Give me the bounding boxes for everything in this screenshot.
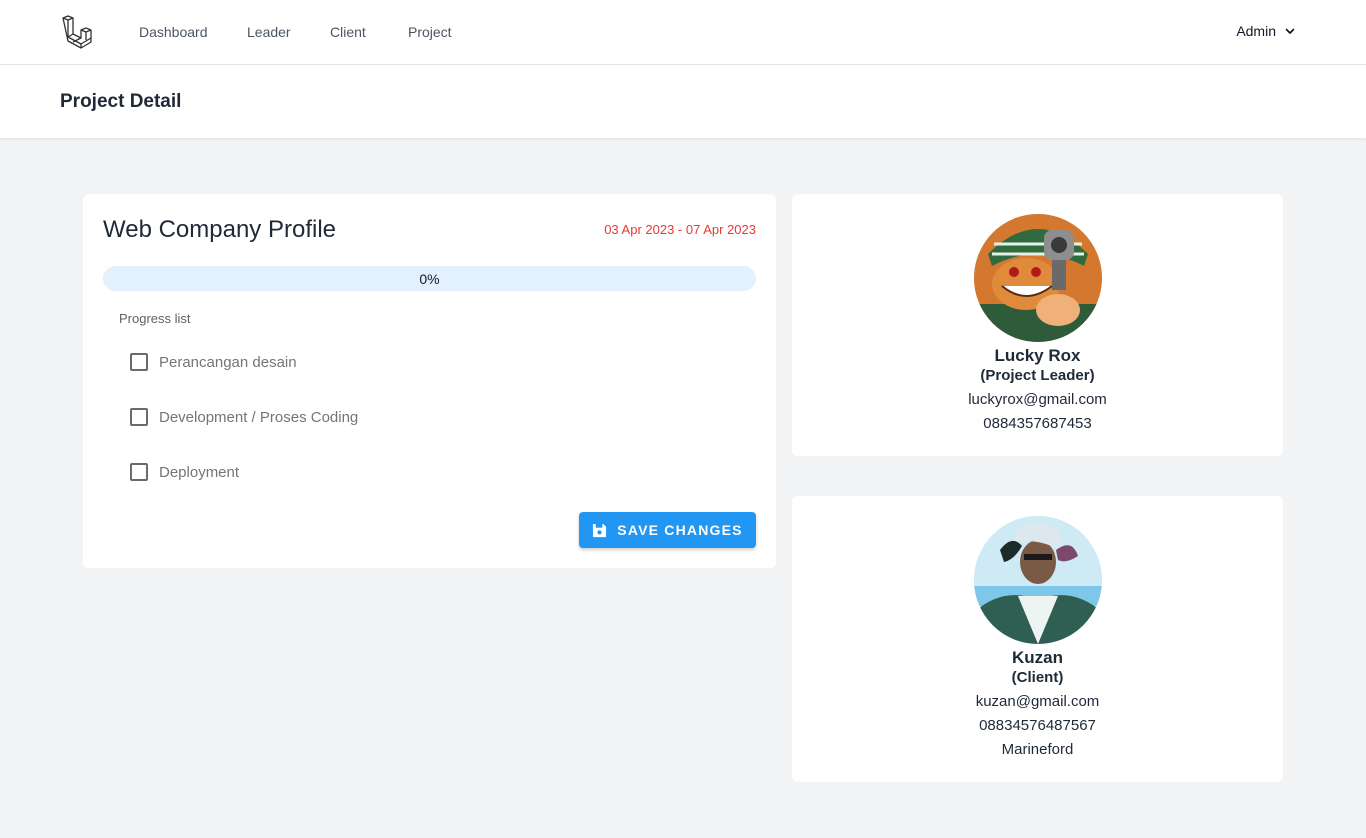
task-checkbox[interactable] (130, 408, 148, 426)
laravel-logo-icon[interactable] (60, 14, 96, 50)
leader-email: luckyrox@gmail.com (968, 391, 1107, 408)
progress-list-label: Progress list (119, 311, 191, 326)
leader-role: (Project Leader) (980, 367, 1095, 384)
nav-link-dashboard[interactable]: Dashboard (139, 24, 208, 40)
page-header: Project Detail (0, 65, 1366, 138)
leader-info: Lucky Rox (Project Leader) luckyrox@gmai… (792, 346, 1283, 436)
task-label: Development / Proses Coding (159, 408, 359, 426)
client-name: Kuzan (1012, 648, 1063, 667)
client-card: Kuzan (Client) kuzan@gmail.com 088345764… (792, 496, 1283, 782)
task-label: Deployment (159, 463, 240, 481)
client-email: kuzan@gmail.com (975, 693, 1100, 710)
project-card: Web Company Profile 03 Apr 2023 - 07 Apr… (83, 194, 776, 568)
project-dates: 03 Apr 2023 - 07 Apr 2023 (604, 222, 756, 237)
top-navbar: Dashboard Leader Client Project Admin (0, 0, 1366, 65)
client-info: Kuzan (Client) kuzan@gmail.com 088345764… (792, 648, 1283, 762)
floppy-disk-icon (593, 523, 607, 537)
nav-link-client[interactable]: Client (330, 24, 366, 40)
task-checkbox[interactable] (130, 353, 148, 371)
leader-name: Lucky Rox (994, 346, 1081, 365)
leader-avatar (974, 214, 1102, 342)
save-changes-button[interactable]: SAVE CHANGES (579, 512, 756, 548)
progress-bar: 0% (103, 266, 756, 291)
leader-phone: 0884357687453 (983, 415, 1092, 432)
client-avatar (974, 516, 1102, 644)
project-name: Web Company Profile (103, 216, 336, 243)
leader-card: Lucky Rox (Project Leader) luckyrox@gmai… (792, 194, 1283, 456)
user-menu[interactable]: Admin (1236, 23, 1296, 39)
nav-link-project[interactable]: Project (408, 24, 452, 40)
nav-link-leader[interactable]: Leader (247, 24, 291, 40)
task-checkbox[interactable] (130, 463, 148, 481)
task-item[interactable]: Perancangan desain (130, 353, 297, 371)
task-item[interactable]: Deployment (130, 463, 239, 481)
client-address: Marineford (1001, 741, 1074, 758)
client-phone: 08834576487567 (979, 717, 1096, 734)
task-label: Perancangan desain (159, 353, 297, 371)
progress-percent: 0% (419, 270, 440, 287)
user-menu-label: Admin (1236, 23, 1276, 39)
page-title: Project Detail (60, 91, 182, 112)
save-changes-label: SAVE CHANGES (617, 522, 743, 538)
chevron-down-icon (1285, 28, 1295, 34)
task-item[interactable]: Development / Proses Coding (130, 408, 358, 426)
client-role: (Client) (1011, 669, 1064, 686)
